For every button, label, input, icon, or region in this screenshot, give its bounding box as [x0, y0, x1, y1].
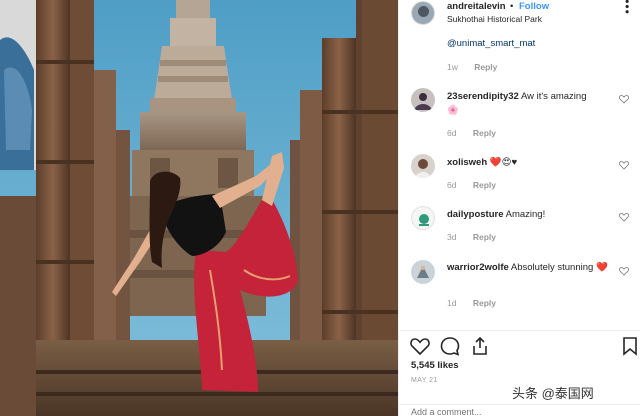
comment-time: 1d [447, 298, 457, 308]
comment-emoji: ❤️😍♥ [489, 157, 518, 168]
bookmark-icon[interactable] [619, 335, 640, 357]
commenter-username[interactable]: xolisweh [447, 157, 487, 168]
commenter-avatar[interactable] [411, 260, 435, 284]
commenter-avatar[interactable] [411, 206, 435, 230]
comment-body: Absolutely stunning [510, 262, 594, 273]
post-photo[interactable] [0, 0, 398, 416]
comment-text: xolisweh ❤️😍♥ [447, 156, 619, 170]
post-action-bar [399, 330, 640, 358]
caption-mention[interactable]: @unimat_smart_mat [447, 38, 535, 49]
comment-emoji: 🌸 [447, 105, 459, 116]
like-comment-heart-icon[interactable] [619, 212, 629, 222]
comment-meta: 3d Reply [447, 232, 496, 242]
commenter-username[interactable]: dailyposture [447, 209, 504, 220]
commenter-avatar[interactable] [411, 88, 435, 112]
comment-time: 3d [447, 232, 457, 242]
comment-bubble-icon[interactable] [439, 335, 461, 357]
caption-reply-button[interactable]: Reply [474, 62, 497, 72]
share-upload-icon[interactable] [469, 335, 491, 357]
like-heart-icon[interactable] [409, 335, 431, 357]
caption-time: 1w [447, 62, 458, 72]
temple-yoga-image [0, 0, 398, 416]
comment-body: Aw it's amazing [520, 91, 587, 102]
comment-time: 6d [447, 128, 457, 138]
comment-text: dailyposture Amazing! [447, 208, 619, 222]
comment-time: 6d [447, 180, 457, 190]
ellipsis-icon[interactable]: ••• [620, 0, 634, 15]
post-header: andreitalevin • Follow Sukhothai Histori… [399, 0, 640, 30]
add-comment-bar [399, 404, 640, 416]
comment-text: warrior2wolfe Absolutely stunning ❤️ [447, 261, 619, 275]
comment-body: Amazing! [505, 209, 546, 220]
follow-button[interactable]: Follow [519, 1, 549, 12]
comment-meta: 6d Reply [447, 128, 496, 138]
comment-meta: 1d Reply [447, 298, 496, 308]
location-link[interactable]: Sukhothai Historical Park [447, 14, 542, 24]
watermark-label: 头条 @泰国网 [506, 382, 600, 403]
comment-reply-button[interactable]: Reply [473, 180, 496, 190]
comment-input[interactable] [411, 407, 611, 416]
comment-reply-button[interactable]: Reply [473, 298, 496, 308]
commenter-username[interactable]: 23serendipity32 [447, 91, 519, 102]
like-comment-heart-icon[interactable] [619, 160, 629, 170]
separator-dot: • [510, 1, 514, 12]
post-date: MAY 21 [411, 377, 438, 384]
like-comment-heart-icon[interactable] [619, 266, 629, 276]
comment-reply-button[interactable]: Reply [473, 128, 496, 138]
commenter-avatar[interactable] [411, 154, 435, 178]
commenter-username[interactable]: warrior2wolfe [447, 262, 509, 273]
comment-reply-button[interactable]: Reply [473, 232, 496, 242]
comment-text: 23serendipity32 Aw it's amazing 🌸 [447, 90, 619, 118]
author-username[interactable]: andreitalevin [447, 1, 506, 12]
likes-count[interactable]: 5,545 likes [411, 360, 459, 371]
author-avatar[interactable] [411, 1, 435, 25]
post-details-panel: andreitalevin • Follow Sukhothai Histori… [398, 0, 640, 416]
comment-meta: 6d Reply [447, 180, 496, 190]
like-comment-heart-icon[interactable] [619, 94, 629, 104]
caption-meta: 1w Reply [447, 62, 497, 72]
comment-emoji: ❤️ [595, 262, 608, 273]
